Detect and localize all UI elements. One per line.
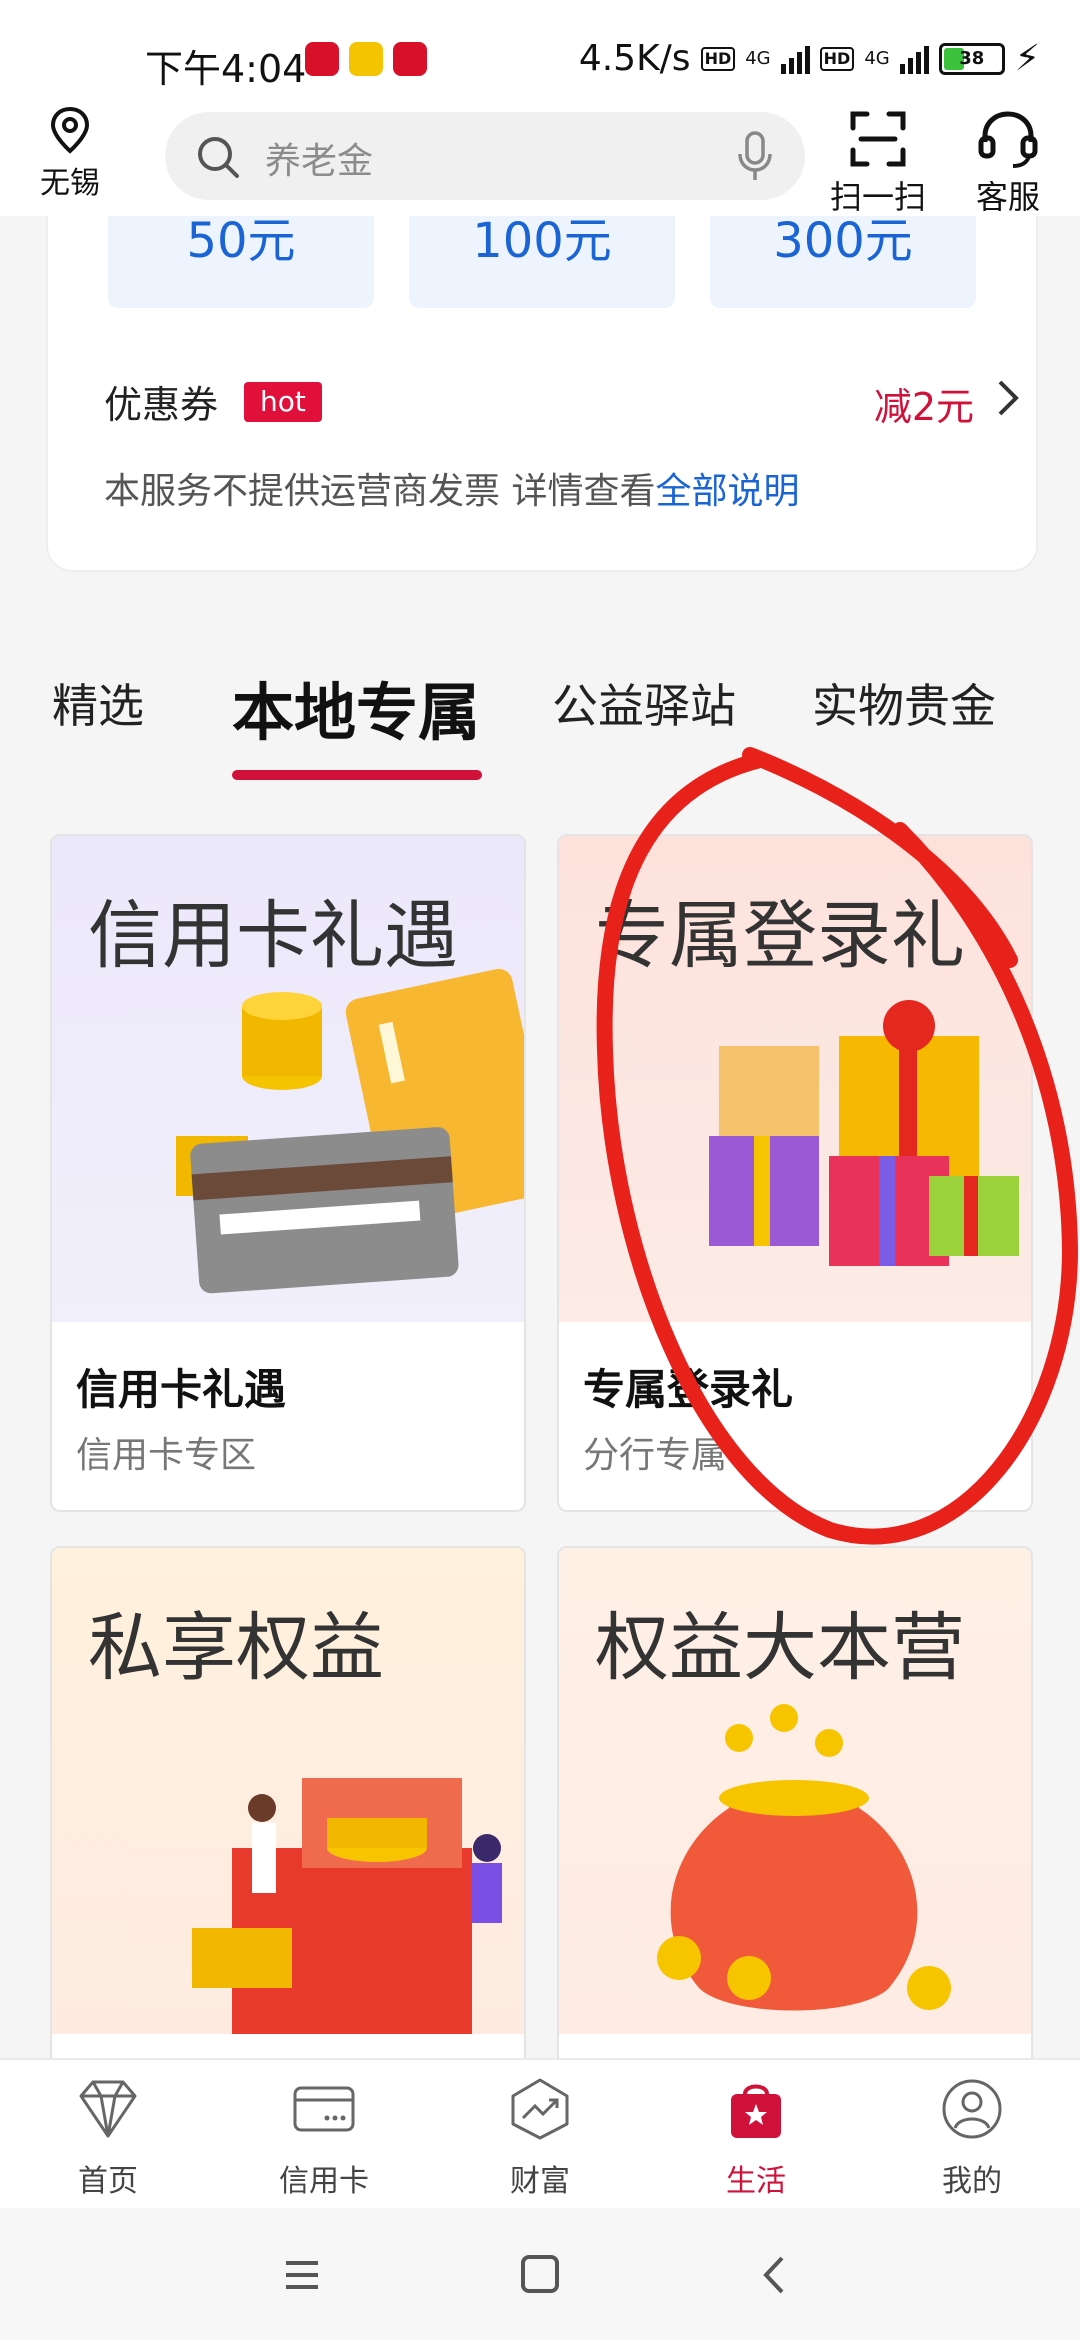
- search-placeholder: 养老金: [265, 141, 374, 182]
- nav-label: 生活: [726, 2164, 786, 2199]
- money-bag-illustration: [657, 1704, 951, 2011]
- card-credit-card-perks[interactable]: 信用卡礼遇 信用卡礼遇 信用卡专区: [50, 834, 526, 1512]
- card-exclusive-login-gift[interactable]: 专属登录礼 专属登录礼 分行专属: [557, 834, 1033, 1512]
- card-benefits-hub[interactable]: 权益大本营: [557, 1546, 1033, 2110]
- network-type: 4G: [745, 48, 771, 69]
- credit-card-illustration: [176, 968, 524, 1294]
- wealth-chart-icon: [511, 2078, 569, 2140]
- nav-label: 财富: [510, 2164, 570, 2199]
- home-square-icon[interactable]: [510, 2248, 570, 2302]
- scan-label: 扫一扫: [829, 178, 926, 216]
- category-tabs: 精选 本地专属 公益驿站 实物贵金: [0, 660, 1080, 780]
- amount-option[interactable]: 100元: [409, 216, 675, 308]
- nav-home[interactable]: 首页: [28, 2074, 188, 2200]
- status-bar: 下午4:04 4.5K/s HD 4G HD 4G 38 ⚡: [0, 0, 1080, 100]
- nav-profile[interactable]: 我的: [892, 2074, 1052, 2200]
- signal-icon: [780, 44, 810, 74]
- menu-icon[interactable]: [272, 2248, 332, 2302]
- bottom-navigation: 首页 信用卡 财富 生活 我的: [0, 2058, 1080, 2210]
- card-subtitle: 信用卡专区: [76, 1435, 257, 1476]
- invoice-notice: 本服务不提供运营商发票 详情查看全部说明: [104, 462, 799, 514]
- nav-label: 信用卡: [279, 2164, 369, 2199]
- app-notification-icon: [349, 42, 383, 76]
- battery-level: 38: [959, 47, 985, 69]
- coupon-label: 优惠券: [104, 383, 219, 427]
- signal-icon-2: [899, 44, 929, 74]
- scan-icon: [850, 111, 906, 167]
- nav-life[interactable]: 生活: [676, 2074, 836, 2200]
- headset-icon: [978, 111, 1038, 168]
- amount-option[interactable]: 50元: [108, 216, 374, 308]
- active-tab-indicator: [232, 770, 482, 780]
- treasure-gift-illustration: [192, 1778, 502, 2034]
- tab-featured[interactable]: 精选: [52, 670, 144, 736]
- nav-credit-card[interactable]: 信用卡: [244, 2074, 404, 2200]
- user-profile-icon: [942, 2079, 1002, 2139]
- location-pin-icon: [50, 106, 90, 154]
- card-banner: 私享权益: [52, 1548, 524, 2034]
- notice-text: 本服务不提供运营商发票 详情查看: [104, 471, 656, 512]
- amount-option[interactable]: 300元: [710, 216, 976, 308]
- location-selector[interactable]: 无锡: [28, 106, 112, 202]
- status-time: 下午4:04: [145, 47, 307, 91]
- search-bar[interactable]: 养老金: [165, 112, 805, 200]
- nav-label: 我的: [942, 2164, 1002, 2199]
- service-label: 客服: [975, 178, 1040, 216]
- network-speed: 4.5K/s: [578, 38, 691, 79]
- app-header: 无锡 养老金 扫一扫 客服: [0, 100, 1080, 216]
- status-indicators: 4.5K/s HD 4G HD 4G 38 ⚡: [579, 38, 1040, 79]
- card-private-benefits[interactable]: 私享权益: [50, 1546, 526, 2110]
- system-navigation-bar: [0, 2208, 1080, 2340]
- scan-button[interactable]: 扫一扫: [828, 108, 928, 218]
- card-banner: 权益大本营: [559, 1548, 1031, 2034]
- charging-icon: ⚡: [1014, 38, 1040, 79]
- location-label: 无锡: [40, 166, 100, 201]
- card-title: 专属登录礼: [583, 1365, 794, 1414]
- diamond-icon: [79, 2080, 137, 2138]
- tab-local-exclusive[interactable]: 本地专属: [232, 662, 480, 752]
- card-title: 信用卡礼遇: [76, 1365, 287, 1414]
- network-type-2: 4G: [864, 48, 890, 69]
- nav-label: 首页: [78, 2164, 138, 2199]
- tab-charity[interactable]: 公益驿站: [552, 670, 736, 736]
- full-description-link[interactable]: 全部说明: [655, 471, 799, 512]
- credit-card-icon: [293, 2086, 355, 2132]
- coupon-row[interactable]: 优惠券 hot 减2元: [104, 368, 1024, 429]
- battery-icon: 38: [938, 42, 1005, 75]
- gift-boxes-illustration: [709, 1000, 1019, 1266]
- bank-app-notification-icon: [305, 42, 339, 76]
- chevron-right-icon: [998, 380, 1019, 416]
- back-icon[interactable]: [746, 2248, 806, 2302]
- coupon-discount: 减2元: [873, 385, 974, 429]
- hd-badge: HD: [700, 46, 736, 71]
- microphone-icon[interactable]: [735, 130, 775, 184]
- card-banner: 信用卡礼遇: [52, 836, 524, 1322]
- recharge-card: 50元 100元 300元 优惠券 hot 减2元 本服务不提供运营商发票 详情…: [46, 216, 1038, 572]
- bank-app-notification-icon-2: [393, 42, 427, 76]
- notification-icons: [305, 42, 427, 76]
- shopping-bag-icon: [731, 2084, 781, 2138]
- customer-service-button[interactable]: 客服: [958, 108, 1058, 218]
- search-icon: [198, 137, 239, 178]
- card-banner: 专属登录礼: [559, 836, 1031, 1322]
- tab-precious-metals[interactable]: 实物贵金: [812, 670, 996, 736]
- hd-badge-2: HD: [819, 46, 855, 71]
- card-subtitle: 分行专属: [583, 1435, 728, 1476]
- hot-badge: hot: [244, 382, 322, 422]
- nav-wealth[interactable]: 财富: [460, 2074, 620, 2200]
